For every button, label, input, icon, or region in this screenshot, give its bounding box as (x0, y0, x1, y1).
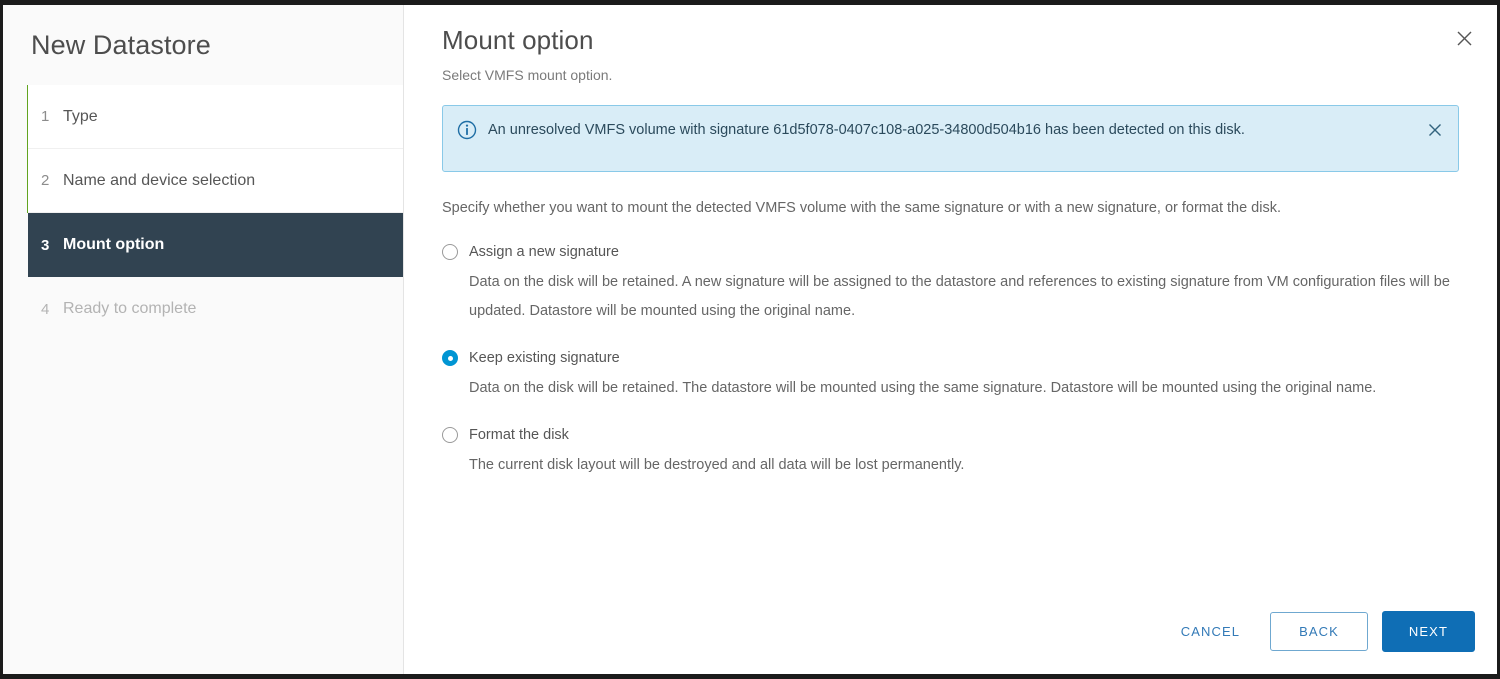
content-header: Mount option Select VMFS mount option. (404, 5, 1497, 85)
content-body: An unresolved VMFS volume with signature… (404, 85, 1497, 611)
wizard-footer: CANCEL BACK NEXT (404, 611, 1497, 674)
info-alert: An unresolved VMFS volume with signature… (442, 105, 1459, 172)
option-description: The current disk layout will be destroye… (469, 457, 965, 473)
option-label: Keep existing signature (469, 350, 620, 366)
option-row[interactable]: Assign a new signature (442, 242, 1475, 262)
step-number: 2 (41, 172, 50, 189)
radio-button-icon[interactable] (442, 427, 458, 443)
wizard-sidebar: New Datastore 1 Type 2 Name and device s… (3, 5, 404, 674)
option-keep-existing-signature[interactable]: Keep existing signature Data on the disk… (442, 348, 1475, 403)
step-label: Mount option (63, 236, 165, 253)
info-circle-icon (457, 120, 477, 140)
instructions-text: Specify whether you want to mount the de… (442, 200, 1281, 216)
option-row[interactable]: Keep existing signature (442, 348, 1475, 368)
option-label: Format the disk (469, 427, 569, 443)
step-number: 3 (41, 236, 50, 254)
wizard-dialog: New Datastore 1 Type 2 Name and device s… (0, 0, 1500, 679)
option-description: Data on the disk will be retained. The d… (469, 380, 1377, 396)
radio-button-icon[interactable] (442, 350, 458, 366)
wizard-layout: New Datastore 1 Type 2 Name and device s… (3, 5, 1497, 674)
mount-option-radio-group: Assign a new signature Data on the disk … (442, 242, 1475, 480)
step-label: Ready to complete (63, 300, 197, 317)
option-label: Assign a new signature (469, 244, 619, 260)
radio-button-icon[interactable] (442, 244, 458, 260)
close-icon (1427, 122, 1443, 138)
back-button[interactable]: BACK (1270, 612, 1368, 651)
step-number: 4 (41, 300, 50, 318)
sidebar-step-mount-option[interactable]: 3 Mount option (28, 213, 403, 277)
close-icon (1455, 29, 1474, 48)
sidebar-step-ready-to-complete[interactable]: 4 Ready to complete (28, 277, 403, 341)
sidebar-step-type[interactable]: 1 Type (28, 85, 403, 149)
option-description: Data on the disk will be retained. A new… (469, 274, 1450, 319)
close-dialog-button[interactable] (1449, 23, 1479, 53)
wizard-steps: 1 Type 2 Name and device selection 3 Mou… (3, 85, 403, 341)
step-number: 1 (41, 108, 50, 125)
option-assign-a-new-signature[interactable]: Assign a new signature Data on the disk … (442, 242, 1475, 326)
option-row[interactable]: Format the disk (442, 425, 1475, 445)
next-button[interactable]: NEXT (1381, 611, 1475, 652)
wizard-title: New Datastore (31, 30, 211, 60)
page-subtitle: Select VMFS mount option. (442, 67, 613, 83)
step-label: Type (63, 107, 98, 125)
info-alert-text: An unresolved VMFS volume with signature… (488, 122, 1245, 138)
cancel-button[interactable]: CANCEL (1165, 614, 1256, 649)
dismiss-alert-button[interactable] (1424, 119, 1446, 141)
wizard-content: Mount option Select VMFS mount option. A… (404, 5, 1497, 674)
sidebar-step-name-and-device-selection[interactable]: 2 Name and device selection (28, 149, 403, 213)
page-title: Mount option (442, 25, 594, 55)
option-format-the-disk[interactable]: Format the disk The current disk layout … (442, 425, 1475, 480)
step-label: Name and device selection (63, 171, 256, 189)
